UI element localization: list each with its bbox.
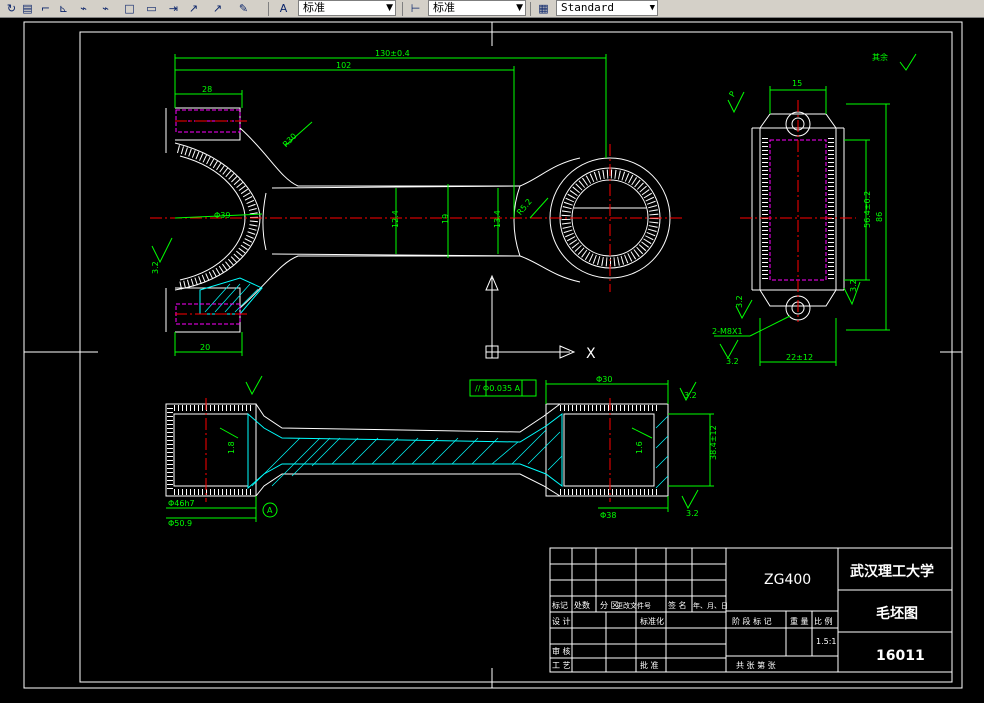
scale-label: 比 例 (814, 616, 833, 626)
dim-style-select[interactable]: 标准 ▼ (428, 0, 526, 16)
dim-shank-1: 12.4 (391, 210, 400, 228)
dim-small-width: 28 (202, 85, 212, 94)
drawing-name: 毛坯图 (876, 605, 918, 622)
continue-dimension-icon[interactable]: ⌁ (98, 1, 113, 16)
line-icon[interactable]: ⌐ (38, 1, 53, 16)
scale-value: 1.5:1 (816, 637, 837, 646)
side-rough-a: 3.2 (726, 357, 739, 366)
drawing-svg[interactable]: 130±0.4 102 28 20 Φ39 12.4 19 13.4 R30 R… (0, 18, 984, 699)
table-style-select[interactable]: Standard ▼ (556, 0, 658, 16)
school-name: 武汉理工大学 (850, 563, 934, 580)
side-dim-top: 15 (792, 79, 802, 88)
bot-dim-left2: Φ50.9 (168, 519, 192, 528)
text-style-icon[interactable]: A (276, 1, 291, 16)
side-dim-inner: 56.4±0.2 (863, 191, 872, 228)
weight-label: 重 量 (790, 616, 809, 626)
side-rough-c: 3.2 (849, 279, 858, 292)
check-label: 审 核 (552, 646, 571, 656)
standard-label: 标准化 (640, 616, 664, 626)
table-style-value: Standard (561, 1, 614, 14)
bot-rough-b: 3.2 (686, 509, 699, 518)
ucs-icon (485, 274, 576, 359)
rectangle-icon[interactable]: □ (122, 1, 137, 16)
ucs-x-label: X (586, 346, 596, 362)
side-rough-b: 3.2 (735, 295, 744, 308)
process-label: 工 艺 (552, 661, 571, 670)
side-dim-bottom: 22±12 (786, 353, 813, 362)
table-style-icon[interactable]: ▦ (536, 1, 551, 16)
chevron-down-icon: ▼ (649, 3, 655, 13)
dim-center: 102 (336, 61, 351, 70)
side-dim-hole: 2-M8X1 (712, 327, 743, 336)
material-label: ZG400 (764, 572, 811, 588)
approve-label: 批 准 (640, 660, 659, 670)
bot-dim-right: Φ38 (600, 511, 616, 520)
aligned-dimension-icon[interactable]: ⌁ (76, 1, 91, 16)
sheets-label: 共 张 第 张 (736, 660, 776, 670)
dim-style-value: 标准 (433, 1, 455, 14)
dim-overall: 130±0.4 (375, 49, 410, 58)
datum-a: A (267, 506, 273, 515)
note-other: 其余 (872, 52, 888, 62)
toolbar: ↻ ▤ ⌐ ⊾ ⌁ ⌁ □ ▭ ⇥ ↗ ↗ ✎ A 标准 ▼ ⊢ 标准 ▼ ▦ St… (0, 0, 984, 18)
leader-icon[interactable]: ↗ (210, 1, 225, 16)
front-view: 130±0.4 102 28 20 Φ39 12.4 19 13.4 R30 R… (150, 49, 684, 362)
title-block-text: ZG400 武汉理工大学 毛坯图 16011 标记 处数 分 区 更改文件号 签… (552, 563, 934, 670)
row-label-change: 更改文件号 (616, 601, 651, 610)
design-label: 设 计 (552, 616, 571, 626)
bot-inner-left: 1.8 (227, 441, 236, 454)
text-style-value: 标准 (303, 1, 325, 14)
tol-frame: // Φ0.035 A (475, 384, 521, 393)
dim-bore: Φ39 (214, 211, 230, 220)
row-label-date: 年、月、日 (693, 601, 728, 610)
bot-rough-a: 3.2 (684, 391, 697, 400)
chevron-down-icon: ▼ (516, 3, 523, 13)
row-label-sign: 签 名 (668, 600, 687, 610)
roughness-left: 3.2 (151, 261, 160, 274)
refresh-icon[interactable]: ↻ (4, 1, 19, 16)
bot-inner-right: 1.6 (635, 441, 644, 454)
dim-r30: R30 (281, 132, 299, 150)
arc-icon[interactable]: ↗ (186, 1, 201, 16)
chevron-down-icon: ▼ (386, 3, 393, 13)
bot-dim-height: 38.4±12 (709, 425, 718, 460)
side-dim-height: 86 (875, 212, 884, 222)
arrow-icon[interactable]: ⇥ (166, 1, 181, 16)
section-view: // Φ0.035 A Φ30 Φ46h7 Φ50.9 Φ38 38.4±12 … (165, 375, 718, 528)
dim-shank-3: 13.4 (493, 210, 502, 228)
stage-label: 阶 段 标 记 (732, 616, 772, 626)
linear-dimension-icon[interactable]: ⊾ (56, 1, 71, 16)
row-label-count: 处数 (574, 600, 590, 610)
drawing-frame (23, 21, 963, 689)
row-label-mark: 标记 (552, 600, 568, 610)
dim-left-bottom: 20 (200, 343, 210, 352)
dim-style-icon[interactable]: ⊢ (408, 1, 423, 16)
dim-shank-2: 19 (441, 214, 450, 224)
side-view: 15 86 56.4±0.2 22±12 2-M8X1 3.2 3.2 3.2 … (712, 52, 917, 366)
side-p: P (727, 90, 737, 99)
bot-dim-left1: Φ46h7 (168, 499, 195, 508)
magic-icon[interactable]: ✎ (236, 1, 251, 16)
text-style-select[interactable]: 标准 ▼ (298, 0, 396, 16)
dim-r52: R5.2 (515, 197, 534, 217)
section-hatch (251, 415, 669, 489)
bot-dim-top: Φ30 (596, 375, 612, 384)
drawing-number: 16011 (876, 648, 925, 664)
baseline-icon[interactable]: ▭ (144, 1, 159, 16)
drawing-canvas[interactable]: 130±0.4 102 28 20 Φ39 12.4 19 13.4 R30 R… (0, 18, 984, 699)
save-icon[interactable]: ▤ (20, 1, 35, 16)
